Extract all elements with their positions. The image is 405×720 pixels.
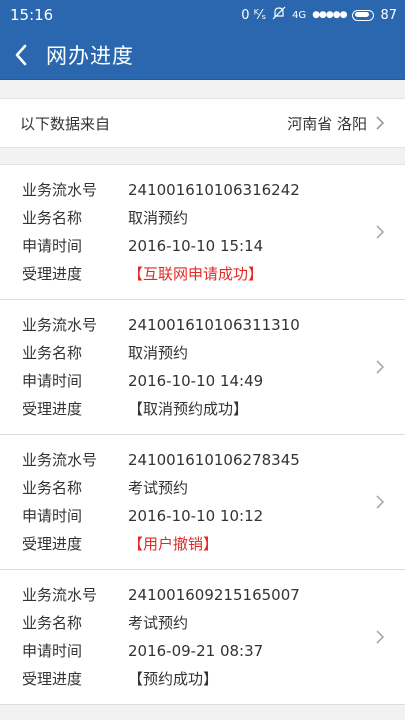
signal-icon: ●●●●●	[312, 10, 347, 20]
chevron-right-icon	[375, 629, 387, 645]
progress-status: 【取消预约成功】	[128, 399, 249, 418]
status-time: 15:16	[10, 6, 54, 24]
progress-label: 受理进度	[22, 264, 83, 283]
record-fields: 业务流水号 241001610106311310 业务名称 取消预约 申请时间 201…	[22, 316, 300, 419]
serial-label: 业务流水号	[22, 450, 98, 469]
progress-record[interactable]: 业务流水号 241001610106278345 业务名称 考试预约 申请时间 201…	[0, 435, 405, 570]
time-value: 2016-09-21 08:37	[128, 641, 264, 660]
serial-value: 241001610106316242	[128, 180, 300, 199]
chevron-right-icon	[375, 494, 387, 510]
name-value: 取消预约	[128, 343, 189, 362]
name-value: 考试预约	[128, 478, 189, 497]
progress-status: 【用户撤销】	[128, 534, 219, 553]
progress-list: 业务流水号 241001610106316242 业务名称 取消预约 申请时间 201…	[0, 164, 405, 705]
net-speed: 0 ᴷ⁄ₛ	[241, 7, 267, 23]
battery-icon	[352, 9, 375, 21]
time-label: 申请时间	[22, 641, 83, 660]
name-label: 业务名称	[22, 343, 83, 362]
serial-value: 241001610106278345	[128, 450, 300, 469]
time-value: 2016-10-10 15:14	[128, 236, 264, 255]
name-label: 业务名称	[22, 478, 83, 497]
progress-label: 受理进度	[22, 669, 83, 688]
progress-record[interactable]: 业务流水号 241001610106311310 业务名称 取消预约 申请时间 201…	[0, 300, 405, 435]
progress-label: 受理进度	[22, 534, 83, 553]
status-bar: 15:16 0 ᴷ⁄ₛ 4G ●●●●● 87	[0, 0, 405, 30]
serial-label: 业务流水号	[22, 585, 98, 604]
time-label: 申请时间	[22, 371, 83, 390]
name-value: 考试预约	[128, 613, 189, 632]
time-label: 申请时间	[22, 506, 83, 525]
data-source-row[interactable]: 以下数据来自 河南省 洛阳	[0, 98, 405, 148]
data-source-value: 河南省 洛阳	[287, 113, 387, 134]
progress-status: 【互联网申请成功】	[128, 264, 264, 283]
chevron-right-icon	[375, 115, 387, 131]
battery-level: 87	[380, 7, 397, 23]
time-value: 2016-10-10 14:49	[128, 371, 264, 390]
chevron-right-icon	[375, 359, 387, 375]
progress-record[interactable]: 业务流水号 241001610106316242 业务名称 取消预约 申请时间 201…	[0, 165, 405, 300]
name-label: 业务名称	[22, 208, 83, 227]
chevron-right-icon	[375, 224, 387, 240]
record-fields: 业务流水号 241001610106278345 业务名称 考试预约 申请时间 201…	[22, 451, 300, 554]
data-source-label: 以下数据来自	[20, 114, 111, 133]
record-fields: 业务流水号 241001610106316242 业务名称 取消预约 申请时间 201…	[22, 181, 300, 284]
progress-status: 【预约成功】	[128, 669, 219, 688]
serial-value: 241001610106311310	[128, 315, 300, 334]
data-source-region: 河南省 洛阳	[287, 114, 367, 133]
progress-label: 受理进度	[22, 399, 83, 418]
network-type: 4G	[292, 9, 307, 21]
serial-label: 业务流水号	[22, 180, 98, 199]
record-fields: 业务流水号 241001609215165007 业务名称 考试预约 申请时间 201…	[22, 586, 300, 689]
serial-value: 241001609215165007	[128, 585, 300, 604]
name-value: 取消预约	[128, 208, 189, 227]
time-value: 2016-10-10 10:12	[128, 506, 264, 525]
app-header: 网办进度	[0, 30, 405, 80]
serial-label: 业务流水号	[22, 315, 98, 334]
time-label: 申请时间	[22, 236, 83, 255]
page-title: 网办进度	[46, 43, 134, 68]
status-indicators: 0 ᴷ⁄ₛ 4G ●●●●● 87	[241, 6, 397, 24]
mute-icon	[272, 6, 286, 24]
progress-record[interactable]: 业务流水号 241001609215165007 业务名称 考试预约 申请时间 201…	[0, 570, 405, 705]
back-arrow-icon[interactable]	[14, 44, 32, 66]
name-label: 业务名称	[22, 613, 83, 632]
